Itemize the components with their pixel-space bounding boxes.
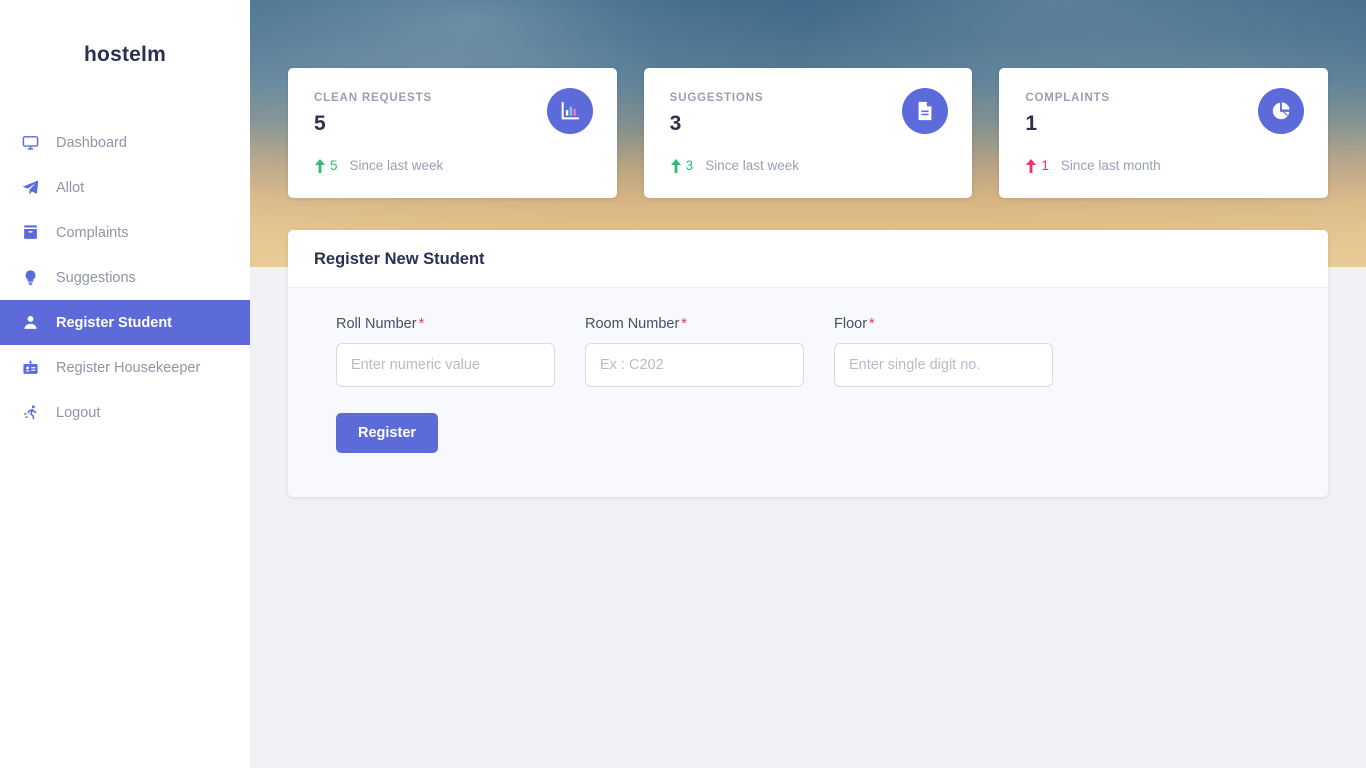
- stat-card-top: COMPLAINTS 1: [1025, 88, 1305, 136]
- user-icon: [22, 314, 52, 331]
- floor-input[interactable]: [834, 343, 1053, 387]
- card-header: Register New Student: [288, 230, 1328, 288]
- pie-chart-icon: [1258, 88, 1305, 134]
- stat-card-title: CLEAN REQUESTS: [314, 92, 432, 104]
- sidebar-item-allot[interactable]: Allot: [0, 165, 250, 210]
- stat-card-value: 1: [1025, 112, 1038, 135]
- register-student-card: Register New Student Roll Number* Room: [288, 230, 1328, 497]
- field-roll-number: Roll Number *: [336, 316, 555, 387]
- register-button[interactable]: Register: [336, 413, 439, 453]
- stat-card-title: COMPLAINTS: [1025, 92, 1110, 104]
- stat-card-value: 3: [669, 112, 682, 135]
- content-wrapper: CLEAN REQUESTS 5 5 Since last week SUGGE…: [250, 0, 1366, 497]
- required-marker: *: [418, 316, 425, 332]
- app-root: hostelm Dashboard Allot Complaints Sugge…: [0, 0, 1366, 768]
- stat-card-footer: 5 Since last week: [314, 158, 593, 173]
- trend-period-text: Since last month: [1060, 158, 1161, 173]
- archive-box-icon: [22, 224, 52, 241]
- field-row: Roll Number* Room Number*: [336, 316, 1280, 387]
- field-label: Floor *: [834, 316, 1053, 332]
- required-marker: *: [681, 316, 687, 332]
- stat-card-title: SUGGESTIONS: [669, 92, 764, 104]
- sidebar-item-register-housekeeper[interactable]: Register Housekeeper: [0, 345, 250, 390]
- stat-card-footer: 1 Since last month: [1025, 158, 1304, 173]
- paper-plane-icon: [22, 179, 52, 196]
- trend-period-text: Since last week: [705, 158, 799, 173]
- trend-up-icon: 3: [670, 158, 694, 173]
- field-room-number: Room Number *: [585, 316, 804, 387]
- trend-value: 3: [685, 158, 694, 173]
- stat-card-footer: 3 Since last week: [670, 158, 949, 173]
- sidebar: hostelm Dashboard Allot Complaints Sugge…: [0, 0, 250, 768]
- field-label-text: Room Number: [585, 316, 680, 332]
- field-label-text: Floor: [834, 316, 868, 332]
- sidebar-item-label: Allot: [56, 179, 85, 196]
- field-label: Room Number *: [585, 316, 804, 332]
- card-body: Roll Number* Room Number*: [288, 288, 1328, 497]
- trend-up-icon: 5: [314, 158, 338, 173]
- page-title: Register New Student: [314, 250, 485, 268]
- trend-period-text: Since last week: [349, 158, 444, 173]
- submit-row: Register: [336, 413, 1280, 453]
- sidebar-item-label: Register Housekeeper: [56, 359, 201, 376]
- trend-value: 1: [1041, 158, 1049, 173]
- field-label: Roll Number *: [336, 316, 555, 332]
- stat-cards-row: CLEAN REQUESTS 5 5 Since last week SUGGE…: [288, 0, 1329, 198]
- sidebar-item-label: Complaints: [56, 224, 129, 241]
- stat-card-suggestions: SUGGESTIONS 3 3 Since last week: [643, 68, 973, 198]
- id-card-icon: [22, 359, 52, 376]
- field-floor: Floor *: [834, 316, 1053, 387]
- sidebar-item-logout[interactable]: Logout: [0, 390, 250, 435]
- trend-value: 5: [330, 158, 338, 173]
- field-label-text: Roll Number: [336, 316, 417, 332]
- stat-card-complaints: COMPLAINTS 1 1 Since last month: [999, 68, 1329, 198]
- brand-title: hostelm: [84, 43, 166, 66]
- stat-card-value: 5: [314, 112, 326, 135]
- stat-card-top: CLEAN REQUESTS 5: [314, 88, 593, 136]
- sidebar-item-complaints[interactable]: Complaints: [0, 210, 250, 255]
- sidebar-nav: Dashboard Allot Complaints Suggestions R…: [0, 120, 250, 435]
- sidebar-item-register-student[interactable]: Register Student: [0, 300, 250, 345]
- trend-up-icon: 1: [1025, 158, 1049, 173]
- room-number-input[interactable]: [585, 343, 804, 387]
- roll-number-input[interactable]: [336, 343, 555, 387]
- main-content: CLEAN REQUESTS 5 5 Since last week SUGGE…: [250, 0, 1366, 768]
- lightbulb-icon: [22, 269, 52, 286]
- stat-card-top: SUGGESTIONS 3: [669, 88, 949, 136]
- bar-chart-icon: [546, 88, 593, 134]
- sidebar-item-label: Suggestions: [56, 269, 136, 286]
- monitor-icon: [22, 134, 52, 151]
- sidebar-item-label: Register Student: [56, 314, 173, 331]
- sidebar-item-dashboard[interactable]: Dashboard: [0, 120, 250, 165]
- required-marker: *: [869, 316, 875, 332]
- sidebar-item-suggestions[interactable]: Suggestions: [0, 255, 250, 300]
- running-person-icon: [22, 404, 52, 421]
- stat-card-clean-requests: CLEAN REQUESTS 5 5 Since last week: [288, 68, 617, 198]
- document-icon: [902, 88, 949, 134]
- sidebar-item-label: Logout: [56, 404, 101, 421]
- sidebar-item-label: Dashboard: [56, 134, 127, 151]
